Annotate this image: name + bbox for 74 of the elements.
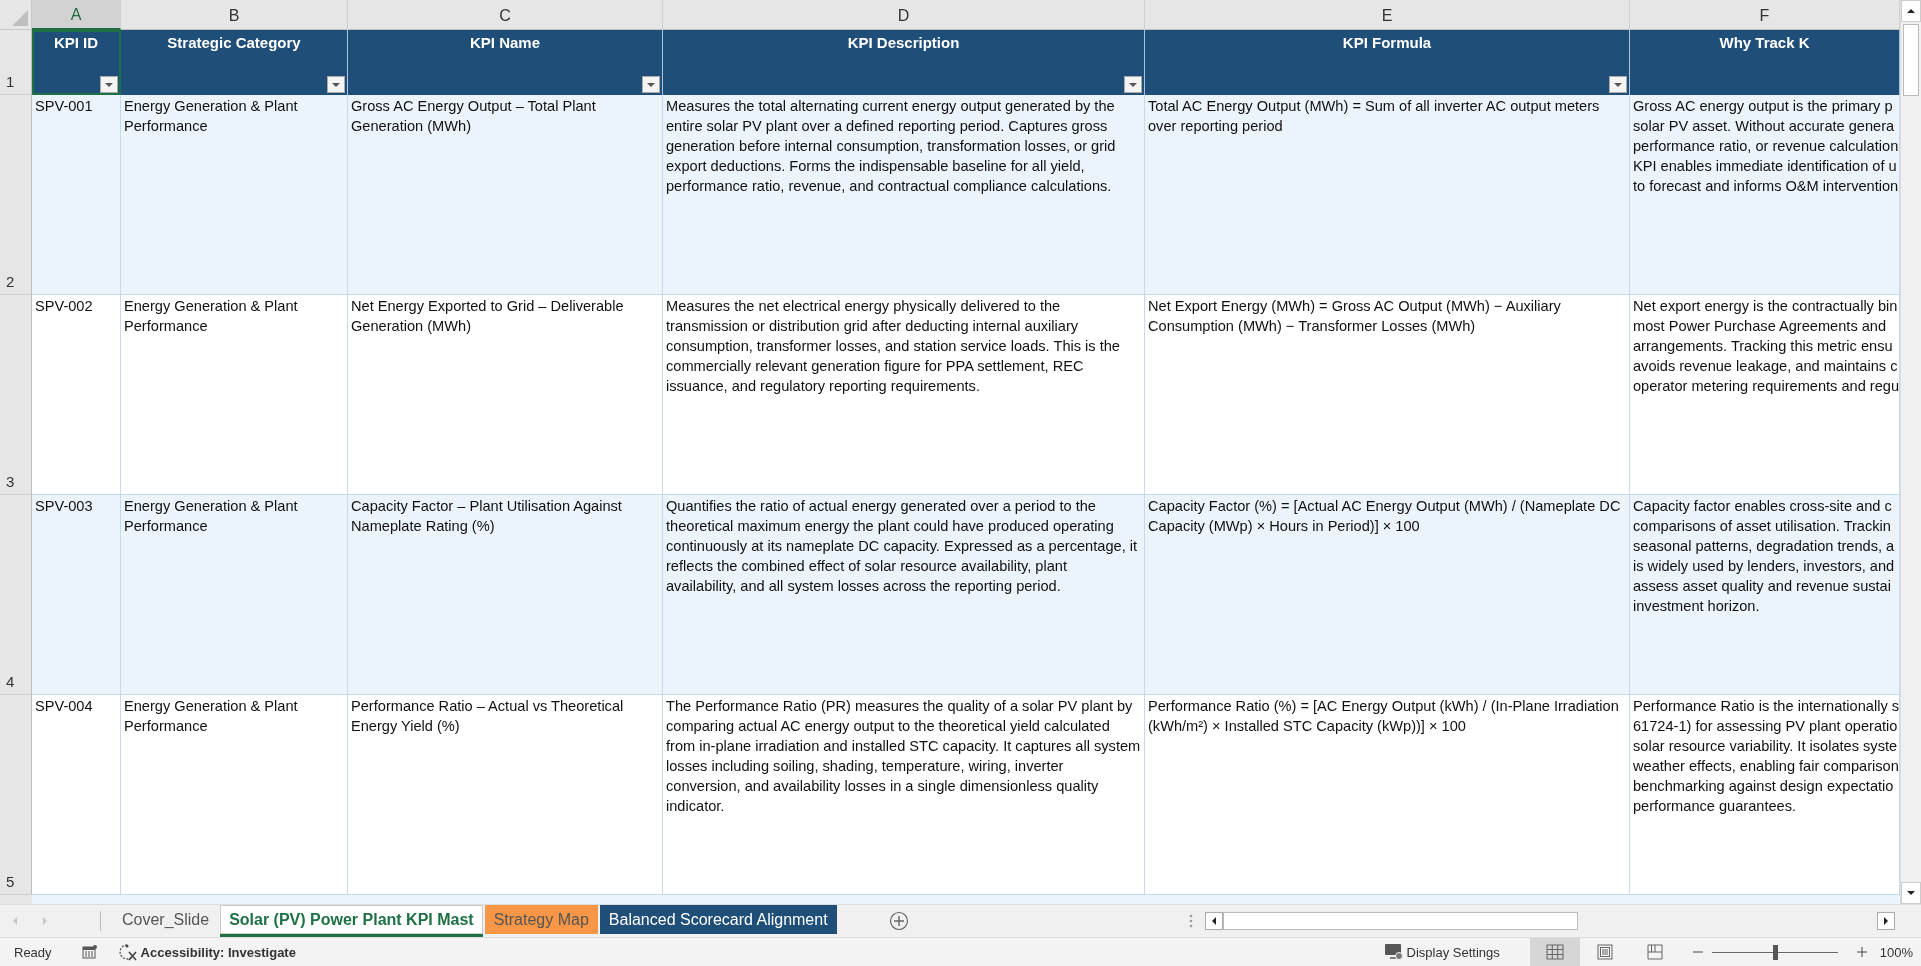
table-cell: SPV-002 xyxy=(32,295,121,495)
resize-handle-icon[interactable] xyxy=(1189,914,1193,929)
caret-icon xyxy=(331,81,341,88)
filter-dropdown-button[interactable] xyxy=(642,76,660,93)
table-cell: SPV-003 xyxy=(32,495,121,695)
scroll-right-icon[interactable] xyxy=(1877,912,1895,931)
display-settings-label[interactable]: Display Settings xyxy=(1406,944,1500,960)
filter-dropdown-button[interactable] xyxy=(327,76,345,93)
table-header-cell: KPI ID xyxy=(32,30,121,95)
table-cell: Performance Ratio – Actual vs Theoretical Energy Yield (%) xyxy=(348,695,663,895)
column-header[interactable]: B xyxy=(121,0,348,30)
scroll-up-icon[interactable] xyxy=(1901,0,1921,22)
table-cell: SPV-004 xyxy=(32,695,121,895)
table-cell: The Performance Ratio (PR) measures the quality of a solar PV plant by comparing actual AC energy output to the theoretical yield calculated from in-plane irradiation and installed STC capacity. It captures all system losses including soiling, shading, temperature, wiring, inverter conversion, and availability losses in a single dimensionless quality indicator. xyxy=(663,695,1145,895)
caret-icon xyxy=(646,81,656,88)
table-cell: Performance Ratio is the internationally s 61724-1) for assessing PV plant operatio solar resource variability. It isolates syste weather effects, enabling fair comparison benchmarking against design expectatio performance guarantees. xyxy=(1630,695,1900,895)
table-cell: Capacity Factor – Plant Utilisation Against Nameplate Rating (%) xyxy=(348,495,663,695)
row-number[interactable]: 1 xyxy=(0,30,32,95)
row-number[interactable]: 2 xyxy=(0,95,32,295)
filter-dropdown-button[interactable] xyxy=(1124,76,1142,93)
zoom-level[interactable]: 100% xyxy=(1879,944,1913,960)
table-cell: Net Energy Exported to Grid – Deliverable Generation (MWh) xyxy=(348,295,663,495)
column-header[interactable]: A xyxy=(32,0,121,30)
table-cell: Net Export Energy (MWh) = Gross AC Output (MWh) − Auxiliary Consumption (MWh) − Transformer Losses (MWh) xyxy=(1145,295,1630,495)
table-cell: Gross AC Energy Output – Total Plant Generation (MWh) xyxy=(348,95,663,295)
filter-dropdown-button[interactable] xyxy=(100,76,118,93)
caret-icon xyxy=(1613,81,1623,88)
caret-icon xyxy=(104,81,114,88)
table-cell: Measures the net electrical energy physically delivered to the transmission or distribution grid after deducting internal auxiliary consumption, transformer losses, and station service loads. This is the commercially relevant generation figure for PPA settlement, REC issuance, and regulatory reporting requirements. xyxy=(663,295,1145,495)
table-cell: Total AC Energy Output (MWh) = Sum of all inverter AC output meters over reporting period xyxy=(1145,95,1630,295)
table-header-cell: KPI Name xyxy=(348,30,663,95)
caret-icon xyxy=(1128,81,1138,88)
column-header[interactable]: E xyxy=(1145,0,1630,30)
filter-dropdown-button[interactable] xyxy=(1609,76,1627,93)
macro-recording-icon[interactable] xyxy=(81,945,98,959)
page-break-icon xyxy=(1646,944,1663,960)
scroll-left-icon[interactable] xyxy=(1205,912,1223,931)
column-header[interactable]: D xyxy=(663,0,1145,30)
grid-icon xyxy=(1545,944,1564,960)
table-header-cell: KPI Formula xyxy=(1145,30,1630,95)
table-cell: Energy Generation & Plant Performance xyxy=(121,695,348,895)
row-number[interactable]: 4 xyxy=(0,495,32,695)
accessibility-status[interactable]: Accessibility: Investigate xyxy=(140,944,296,960)
scroll-thumb[interactable] xyxy=(1903,24,1919,96)
display-settings-icon[interactable] xyxy=(1383,943,1404,961)
table-header-cell: KPI Description xyxy=(663,30,1145,95)
table-cell: Energy Generation & Plant Performance xyxy=(121,495,348,695)
status-mode: Ready xyxy=(14,944,52,960)
table-cell: Capacity Factor (%) = [Actual AC Energy Output (MWh) / (Nameplate DC Capacity (MWp) × Hours in Period)] × 100 xyxy=(1145,495,1630,695)
zoom-slider-thumb[interactable] xyxy=(1772,944,1778,960)
scroll-down-icon[interactable] xyxy=(1901,882,1921,905)
table-cell: Net export energy is the contractually bin most Power Purchase Agreements and arrangements. Tracking this metric ensu avoids revenue leakage, and maintains c operator metering requirements and regu xyxy=(1630,295,1900,495)
table-header-cell: Why Track K xyxy=(1630,30,1900,95)
sheet-tab[interactable]: Solar (PV) Power Plant KPI Mast xyxy=(220,905,483,938)
table-cell: Measures the total alternating current energy output generated by the entire solar PV plant over a defined reporting period. Captures gross generation before internal consumption, transformation losses, or grid export deductions. Forms the indispensable baseline for all yield, performance ratio, revenue, and contractual compliance calculations. xyxy=(663,95,1145,295)
table-header-cell: Strategic Category xyxy=(121,30,348,95)
triangle-icon xyxy=(11,9,29,27)
accessibility-icon[interactable] xyxy=(117,943,138,961)
table-cell: Energy Generation & Plant Performance xyxy=(121,295,348,495)
table-cell: Performance Ratio (%) = [AC Energy Output (kWh) / (In-Plane Irradiation (kWh/m²) × Installed STC Capacity (kWp))] × 100 xyxy=(1145,695,1630,895)
table-cell: Capacity factor enables cross-site and c comparisons of asset utilisation. Trackin seasonal patterns, degradation trends, a is widely used by lenders, investors, and assess asset quality and revenue sustai investment horizon. xyxy=(1630,495,1900,695)
row-number[interactable]: 3 xyxy=(0,295,32,495)
normal-view-button[interactable] xyxy=(1529,938,1580,966)
table-cell: Quantifies the ratio of actual energy generated over a period to the theoretical maximum energy the plant could have produced operating continuously at its nameplate DC capacity. Expressed as a percentage, it reflects the combined effect of solar resource availability, plant availability, and all system losses across the reporting period. xyxy=(663,495,1145,695)
table-cell: Gross AC energy output is the primary p solar PV asset. Without accurate genera performance ratio, or revenue calculation KPI enables immediate identification of u to forecast and informs O&M intervention xyxy=(1630,95,1900,295)
scroll-thumb[interactable] xyxy=(1223,912,1578,931)
column-header[interactable]: C xyxy=(348,0,663,30)
page-icon xyxy=(1596,944,1613,960)
table-cell: SPV-001 xyxy=(32,95,121,295)
vertical-scrollbar[interactable] xyxy=(1900,0,1921,905)
row-number[interactable]: 5 xyxy=(0,695,32,895)
sheet-tab[interactable]: Balanced Scorecard Alignment xyxy=(599,905,837,935)
table-cell: Energy Generation & Plant Performance xyxy=(121,95,348,295)
column-header[interactable]: F xyxy=(1630,0,1900,30)
